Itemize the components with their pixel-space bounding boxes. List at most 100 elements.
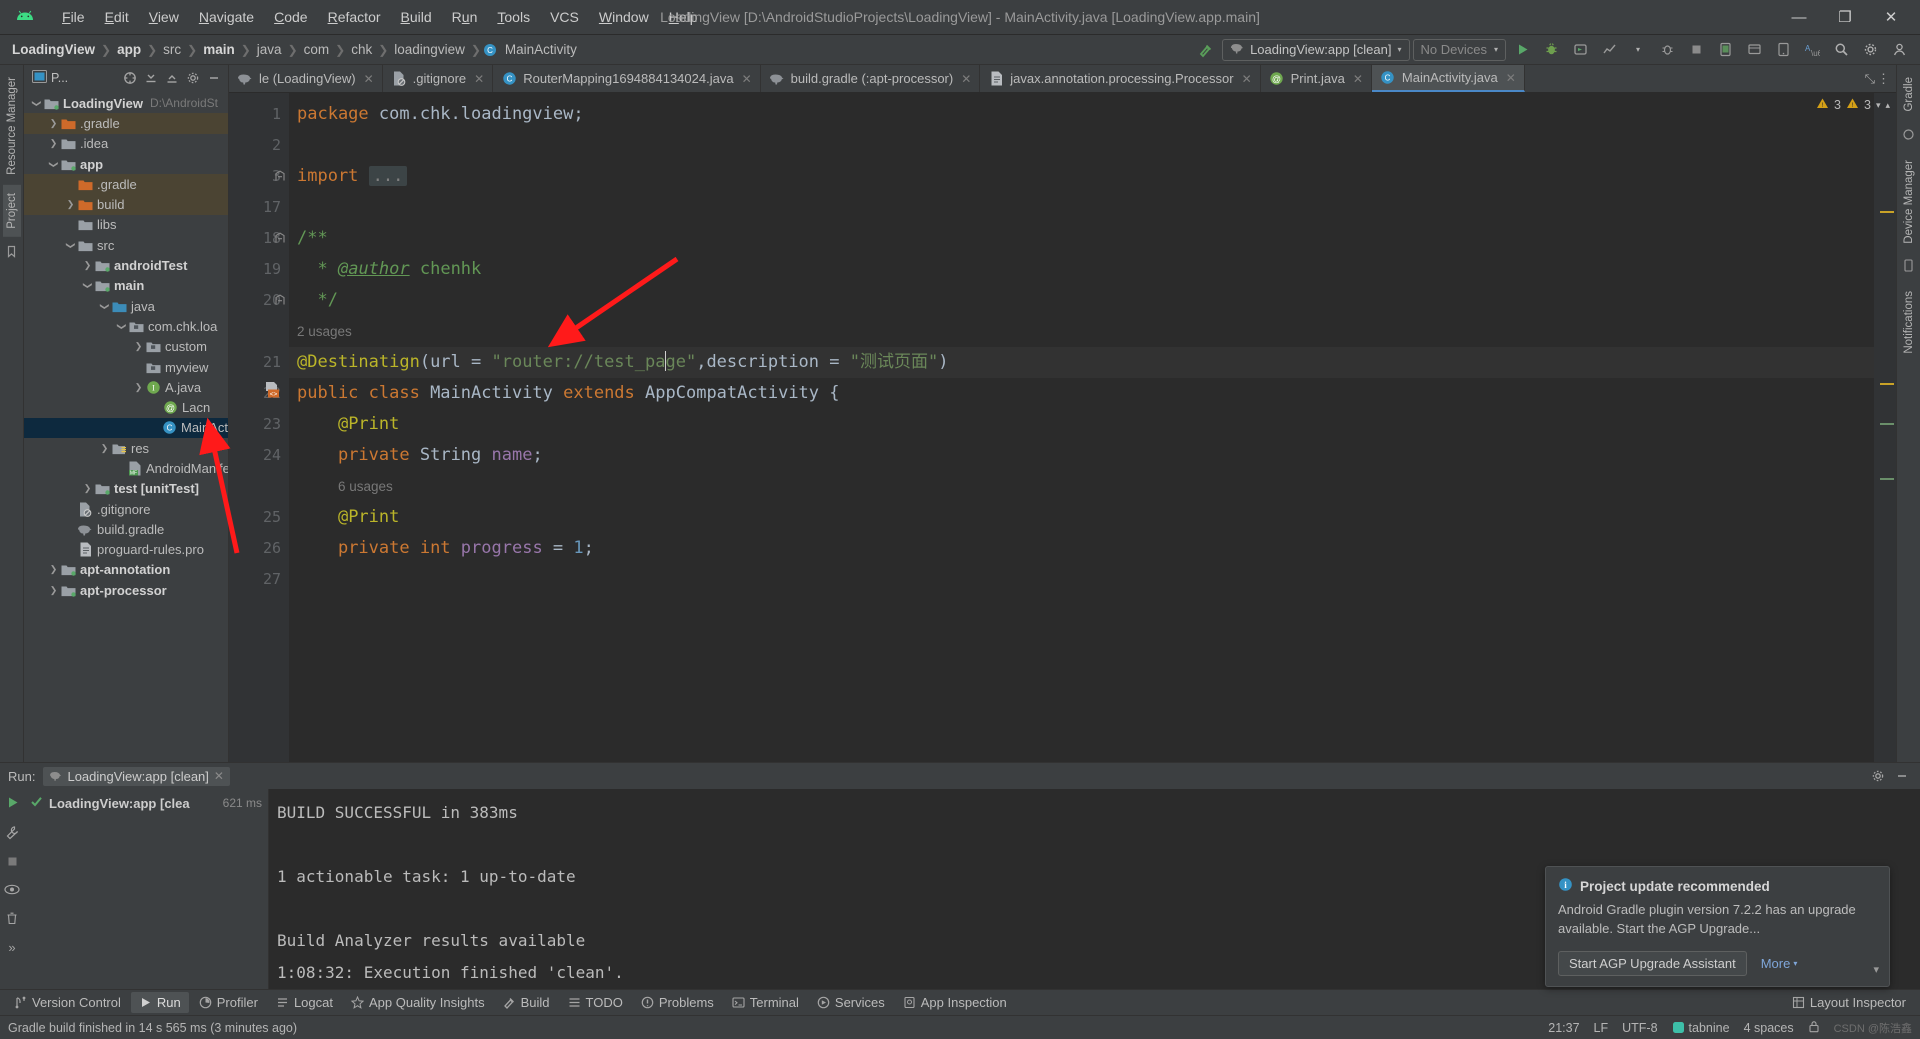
chevron-right-icon[interactable]: ❯ bbox=[81, 483, 94, 494]
close-tab-icon[interactable]: ✕ bbox=[1242, 72, 1252, 86]
tree-row[interactable]: ❯ java bbox=[24, 296, 228, 316]
editor-tab[interactable]: build.gradle (:apt-processor) ✕ bbox=[761, 65, 981, 92]
trash-icon[interactable] bbox=[5, 911, 19, 928]
chevron-right-icon[interactable]: ❯ bbox=[132, 341, 145, 352]
editor-tab[interactable]: le (LoadingView) ✕ bbox=[229, 65, 383, 92]
code-line[interactable] bbox=[289, 564, 1874, 595]
tree-row[interactable]: MF AndroidManife bbox=[24, 458, 228, 478]
tree-row[interactable]: ❯ test [unitTest] bbox=[24, 479, 228, 499]
notification-more-link[interactable]: More ▾ bbox=[1761, 956, 1798, 971]
bottom-tool-terminal[interactable]: Terminal bbox=[724, 992, 807, 1013]
status-line-separator[interactable]: LF bbox=[1594, 1021, 1609, 1035]
chevron-down-icon[interactable]: ❯ bbox=[31, 97, 42, 110]
rerun-icon[interactable] bbox=[5, 795, 20, 813]
chevron-down-icon[interactable]: ▾ bbox=[1494, 45, 1498, 54]
inspection-status[interactable]: ! 3 ! 3 ▾ ▴ bbox=[1810, 93, 1896, 117]
gradle-sync-icon[interactable] bbox=[1902, 122, 1915, 150]
chevron-down-icon[interactable]: ❯ bbox=[48, 158, 59, 171]
run-task-tree[interactable]: LoadingView:app [clea 621 ms bbox=[24, 789, 269, 989]
breadcrumb-item-5[interactable]: com bbox=[300, 40, 334, 59]
chevron-right-icon[interactable]: ❯ bbox=[98, 443, 111, 454]
profiler-button[interactable] bbox=[1596, 38, 1622, 62]
menu-view[interactable]: View bbox=[139, 6, 189, 28]
status-encoding[interactable]: UTF-8 bbox=[1622, 1021, 1657, 1035]
device-selector[interactable]: No Devices ▾ bbox=[1412, 38, 1506, 61]
breadcrumb-item-1[interactable]: app bbox=[113, 40, 145, 59]
bottom-tool-profiler[interactable]: Profiler bbox=[191, 992, 266, 1013]
breadcrumb-item-0[interactable]: LoadingView bbox=[8, 40, 99, 59]
bottom-tool-version-control[interactable]: Version Control bbox=[6, 992, 129, 1013]
emulator-icon[interactable] bbox=[1902, 253, 1915, 281]
translate-icon[interactable]: A\u6587 bbox=[1799, 38, 1825, 62]
chevron-right-icon[interactable]: ❯ bbox=[81, 260, 94, 271]
chevron-down-icon[interactable]: ❯ bbox=[65, 239, 76, 252]
code-fold-icon[interactable] bbox=[275, 285, 285, 316]
collapse-notification-icon[interactable]: ▾ bbox=[1873, 963, 1879, 976]
close-tab-icon[interactable]: ✕ bbox=[742, 72, 752, 86]
account-icon[interactable] bbox=[1886, 38, 1912, 62]
chevron-down-icon[interactable]: ❯ bbox=[82, 279, 93, 292]
breadcrumb-item-8[interactable]: MainActivity bbox=[501, 40, 581, 59]
tree-row[interactable]: ❯ apt-processor bbox=[24, 580, 228, 600]
project-panel-title[interactable]: P... bbox=[28, 68, 72, 88]
settings-gear-icon[interactable] bbox=[1868, 766, 1888, 786]
tree-row[interactable]: ❯ androidTest bbox=[24, 255, 228, 275]
run-panel-tab[interactable]: LoadingView:app [clean] ✕ bbox=[43, 766, 230, 786]
code-line[interactable]: 6 usages bbox=[289, 471, 1874, 502]
tree-row[interactable]: ❯ res bbox=[24, 438, 228, 458]
hide-panel-icon[interactable] bbox=[204, 68, 224, 88]
eye-icon[interactable] bbox=[4, 883, 20, 899]
menu-window[interactable]: Window bbox=[589, 6, 659, 28]
menu-tools[interactable]: Tools bbox=[487, 6, 540, 28]
tree-row[interactable]: build.gradle bbox=[24, 519, 228, 539]
inspection-more-icon[interactable]: ▴ bbox=[1885, 100, 1890, 111]
sidebar-tab-project[interactable]: Project bbox=[2, 184, 21, 237]
editor-gutter[interactable]: 123171819202122<>2324252627 bbox=[229, 93, 289, 762]
code-line[interactable]: @Print bbox=[289, 409, 1874, 440]
status-indent[interactable]: 4 spaces bbox=[1744, 1021, 1794, 1035]
menu-build[interactable]: Build bbox=[391, 6, 442, 28]
tree-row[interactable]: ❯ app bbox=[24, 154, 228, 174]
close-tab-icon[interactable]: ✕ bbox=[364, 72, 374, 86]
generated-code-marker-icon[interactable]: <> bbox=[265, 378, 282, 409]
bookmarks-icon[interactable] bbox=[5, 239, 18, 267]
editor-code[interactable]: package com.chk.loadingview; import ... /*… bbox=[289, 93, 1874, 762]
code-fold-icon[interactable] bbox=[275, 223, 285, 254]
bottom-tool-services[interactable]: Services bbox=[809, 992, 893, 1013]
code-line[interactable]: import ... bbox=[289, 161, 1874, 192]
split-editor-icon[interactable]: ⤡ bbox=[1865, 71, 1875, 87]
settings-gear-icon[interactable] bbox=[183, 68, 203, 88]
tree-row[interactable]: @ Lacn bbox=[24, 397, 228, 417]
project-tree[interactable]: ❯ LoadingView D:\AndroidSt ❯ .gradle ❯ .idea ❯ a… bbox=[24, 91, 228, 762]
tree-row[interactable]: ❯ com.chk.loa bbox=[24, 316, 228, 336]
editor-tab[interactable]: @ Print.java ✕ bbox=[1261, 65, 1372, 92]
more-actions-icon[interactable]: » bbox=[8, 940, 15, 955]
menu-navigate[interactable]: Navigate bbox=[189, 6, 264, 28]
avd-manager-icon[interactable] bbox=[1712, 38, 1738, 62]
code-line[interactable]: 2 usages bbox=[289, 316, 1874, 347]
editor-tab-bar[interactable]: le (LoadingView) ✕ .gitignore ✕ C RouterMappi… bbox=[229, 65, 1896, 93]
hide-panel-icon[interactable] bbox=[1892, 766, 1912, 786]
sidebar-tab-device-manager[interactable]: Device Manager bbox=[1900, 152, 1918, 252]
tree-row[interactable]: ❯ build bbox=[24, 194, 228, 215]
menu-run[interactable]: Run bbox=[442, 6, 488, 28]
chevron-down-icon[interactable]: ❯ bbox=[116, 320, 127, 333]
menu-code[interactable]: Code bbox=[264, 6, 317, 28]
run-task-row[interactable]: LoadingView:app [clea 621 ms bbox=[24, 793, 268, 813]
code-fold-icon[interactable] bbox=[275, 161, 285, 192]
bottom-tool-app-quality-insights[interactable]: App Quality Insights bbox=[343, 992, 493, 1013]
expand-all-icon[interactable] bbox=[141, 68, 161, 88]
dropdown-caret-icon[interactable]: ▾ bbox=[1625, 38, 1651, 62]
bottom-tool-logcat[interactable]: Logcat bbox=[268, 992, 341, 1013]
wrench-icon[interactable] bbox=[5, 825, 20, 843]
breadcrumb-item-4[interactable]: java bbox=[253, 40, 286, 59]
settings-gear-icon[interactable] bbox=[1857, 38, 1883, 62]
tree-row[interactable]: ❯ apt-annotation bbox=[24, 560, 228, 580]
run-configuration-selector[interactable]: LoadingView:app [clean] ▾ bbox=[1222, 38, 1410, 61]
editor-tab[interactable]: javax.annotation.processing.Processor ✕ bbox=[980, 65, 1261, 92]
maximize-button[interactable]: ❐ bbox=[1822, 0, 1868, 34]
chevron-right-icon[interactable]: ❯ bbox=[47, 118, 60, 129]
code-line[interactable]: @Destinatign(url = "router://test_page",… bbox=[289, 347, 1874, 378]
tree-row[interactable]: ❯ src bbox=[24, 235, 228, 255]
menu-edit[interactable]: Edit bbox=[95, 6, 139, 28]
